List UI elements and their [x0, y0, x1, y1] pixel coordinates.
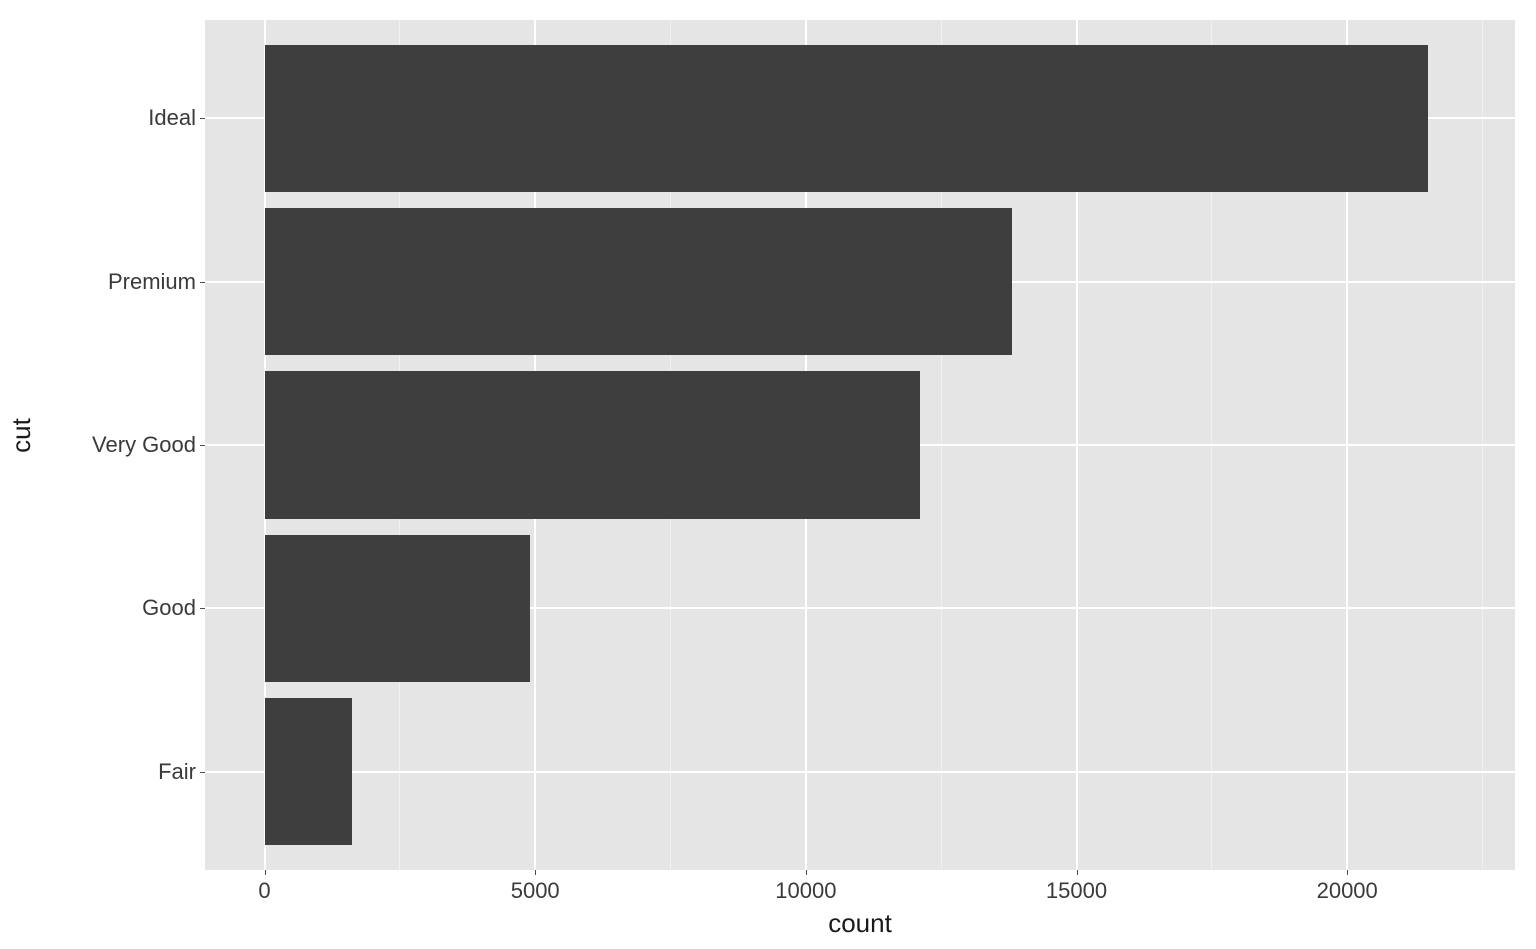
grid-major-horizontal [205, 771, 1515, 773]
bar-ideal [265, 45, 1429, 192]
y-tick-mark [200, 608, 205, 609]
y-tick-label: Fair [158, 759, 196, 785]
y-axis-title-text: cut [6, 418, 37, 453]
x-tick-mark [265, 870, 266, 875]
x-tick-label: 10000 [775, 878, 836, 904]
y-tick-label: Ideal [148, 105, 196, 131]
bar-premium [265, 208, 1012, 355]
y-tick-mark [200, 118, 205, 119]
y-axis-title: cut [6, 0, 36, 870]
x-tick-mark [1347, 870, 1348, 875]
bar-good [265, 535, 530, 682]
y-tick-mark [200, 282, 205, 283]
x-axis-title: count [205, 908, 1515, 939]
x-tick-label: 20000 [1317, 878, 1378, 904]
x-tick-mark [806, 870, 807, 875]
bar-fair [265, 698, 352, 845]
y-tick-label: Good [142, 595, 196, 621]
x-tick-mark [535, 870, 536, 875]
y-tick-mark [200, 445, 205, 446]
x-tick-label: 5000 [511, 878, 560, 904]
x-tick-mark [1077, 870, 1078, 875]
bar-very-good [265, 371, 920, 518]
chart-container: cut count 0 5000 10000 15000 20000 Fair Good Ve… [0, 0, 1536, 949]
plot-panel [205, 20, 1515, 870]
x-tick-label: 0 [258, 878, 270, 904]
y-tick-label: Very Good [92, 432, 196, 458]
y-tick-label: Premium [108, 269, 196, 295]
x-tick-label: 15000 [1046, 878, 1107, 904]
y-tick-mark [200, 772, 205, 773]
